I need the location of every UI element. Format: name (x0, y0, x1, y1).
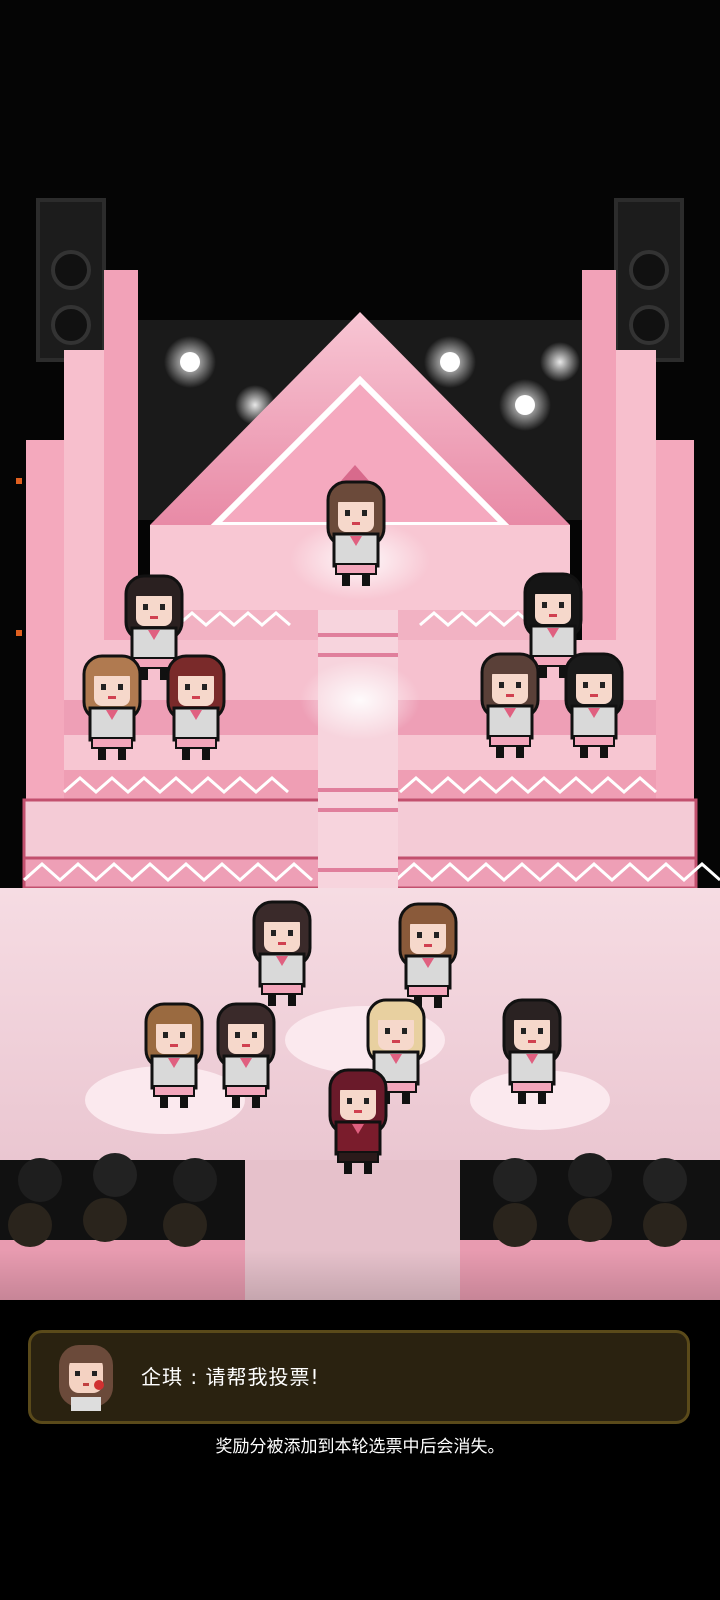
trainee-3 (144, 1002, 204, 1108)
trainee-1 (252, 900, 312, 1006)
center-idol (326, 480, 386, 586)
idol-right-mid-2 (564, 652, 624, 758)
trainee-4 (216, 1002, 276, 1108)
hint-text: 奖励分被添加到本轮选票中后会消失。 (215, 1437, 505, 1457)
dialog-text: 企琪 : 请帮我投票! (141, 1365, 320, 1389)
idol-right-mid-1 (480, 652, 540, 758)
producer (328, 1068, 388, 1174)
girl-portrait-icon (59, 1345, 113, 1411)
game-scene: 企琪 : 请帮我投票! 奖励分被添加到本轮选票中后会消失。 (0, 0, 720, 1600)
trainee-6 (502, 998, 562, 1104)
dialog-box[interactable]: 企琪 : 请帮我投票! (28, 1330, 690, 1424)
idol-left-mid-1 (82, 654, 142, 760)
speaker-right (614, 198, 684, 362)
speaker-left (36, 198, 106, 362)
idol-left-mid-2 (166, 654, 226, 760)
trainee-2 (398, 902, 458, 1008)
